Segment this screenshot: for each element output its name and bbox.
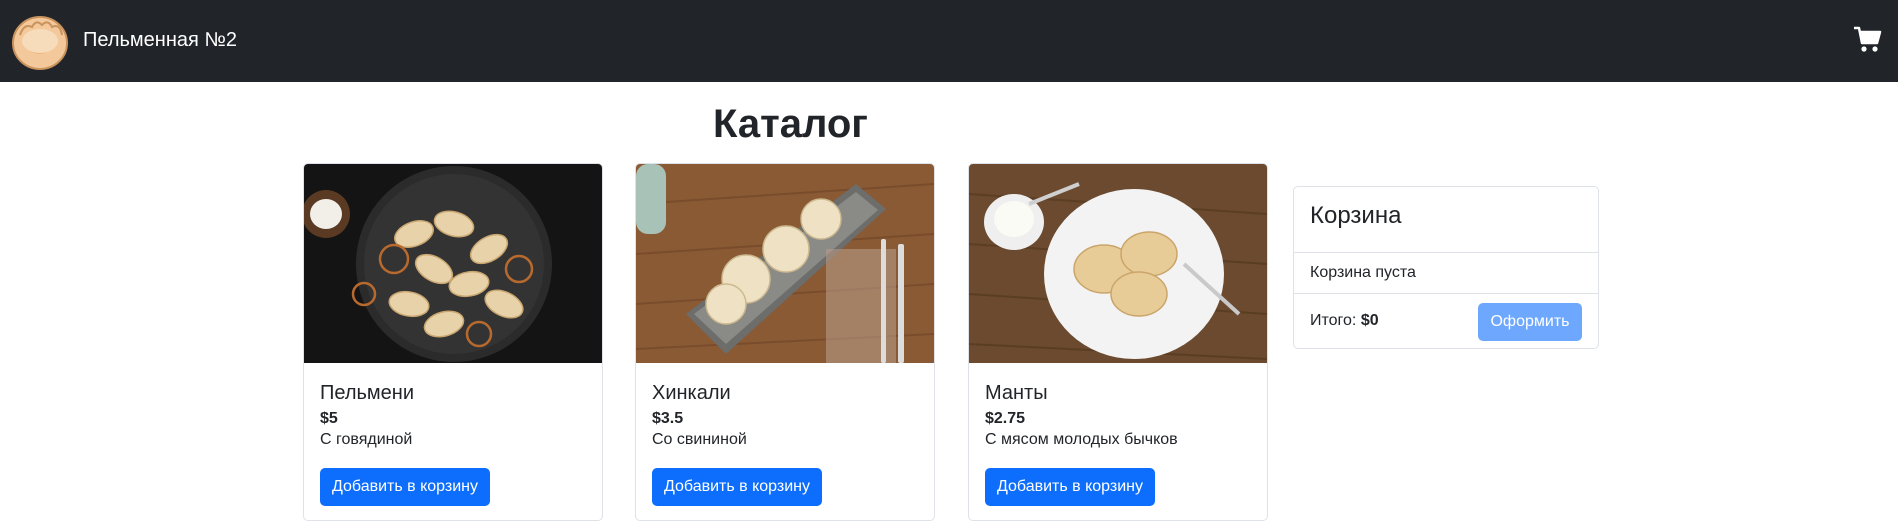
basket-total: Итого: $0	[1310, 311, 1379, 331]
brand-title[interactable]: Пельменная №2	[83, 27, 237, 53]
product-description: Со свининой	[652, 431, 747, 448]
add-to-cart-button[interactable]: Добавить в корзину	[652, 468, 823, 506]
basket-footer: Итого: $0 Оформить	[1294, 294, 1598, 348]
product-card: Хинкали $3.5 Со свининой Добавить в корз…	[635, 163, 935, 521]
product-card: Пельмени $5 С говядиной Добавить в корзи…	[303, 163, 603, 521]
product-description: С мясом молодых бычков	[985, 431, 1178, 448]
page-title: Каталог	[713, 102, 868, 146]
product-price: $5	[320, 410, 338, 427]
product-name: Манты	[985, 382, 1048, 404]
dumpling-logo-icon[interactable]	[10, 11, 70, 71]
total-label: Итого:	[1310, 312, 1361, 329]
product-price: $2.75	[985, 410, 1026, 427]
basket-title: Корзина	[1294, 187, 1598, 253]
product-card: Манты $2.75 С мясом молодых бычков Добав…	[968, 163, 1268, 521]
pelmeni-photo	[304, 164, 602, 363]
add-to-cart-button[interactable]: Добавить в корзину	[320, 468, 491, 506]
manty-photo	[969, 164, 1267, 363]
product-name: Пельмени	[320, 382, 415, 404]
add-to-cart-button[interactable]: Добавить в корзину	[985, 468, 1156, 506]
product-name: Хинкали	[652, 382, 731, 404]
basket-panel: Корзина Корзина пуста Итого: $0 Оформить	[1293, 186, 1599, 349]
product-price: $3.5	[652, 410, 684, 427]
navbar: Пельменная №2	[0, 0, 1898, 82]
basket-empty-text: Корзина пуста	[1294, 253, 1598, 294]
product-description: С говядиной	[320, 431, 413, 448]
checkout-button[interactable]: Оформить	[1478, 303, 1582, 341]
total-value: $0	[1360, 312, 1379, 329]
khinkali-photo	[636, 164, 934, 363]
shopping-cart-icon[interactable]	[1852, 24, 1882, 54]
